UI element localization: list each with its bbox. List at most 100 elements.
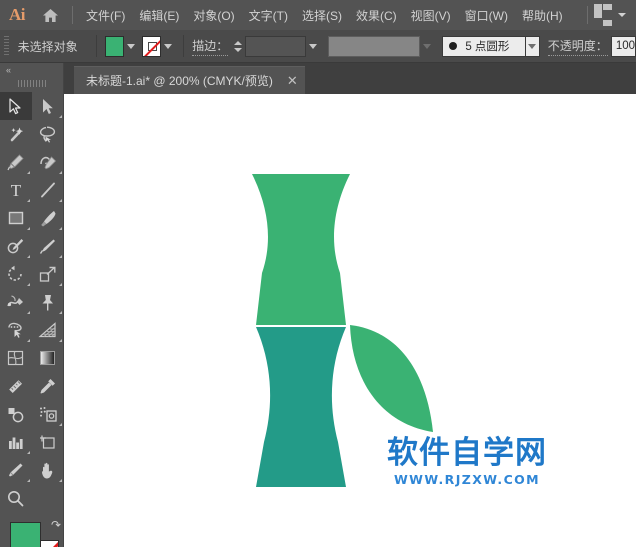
chevron-down-icon[interactable] bbox=[618, 13, 626, 17]
home-icon[interactable] bbox=[34, 0, 66, 30]
stroke-weight-chevron-down-icon[interactable] bbox=[306, 36, 320, 57]
brush-chevron-down-icon[interactable] bbox=[526, 36, 540, 57]
variable-width-chevron-down-icon[interactable] bbox=[420, 36, 434, 57]
paintbrush-tool[interactable] bbox=[32, 204, 64, 232]
stroke-dropdown-chevron-down-icon[interactable] bbox=[161, 36, 175, 57]
menu-item-window[interactable]: 窗口(W) bbox=[458, 3, 515, 28]
tools-panel-grip[interactable] bbox=[18, 78, 46, 89]
workspace-layout-icon[interactable] bbox=[594, 4, 613, 27]
divider-1 bbox=[96, 35, 97, 57]
control-bar-grip[interactable] bbox=[4, 36, 9, 56]
menu-item-file[interactable]: 文件(F) bbox=[79, 3, 132, 28]
close-icon[interactable]: ✕ bbox=[287, 74, 298, 87]
menu-item-view[interactable]: 视图(V) bbox=[404, 3, 458, 28]
divider-2 bbox=[183, 35, 184, 57]
eraser-tool[interactable] bbox=[32, 232, 64, 260]
brush-definition-value: 5 点圆形 bbox=[465, 38, 509, 54]
ruler-icon bbox=[6, 377, 26, 396]
bamboo-logo-artwork bbox=[64, 94, 636, 547]
pen-tool[interactable] bbox=[0, 148, 32, 176]
watermark: 软件自学网 WWW.RJZXW.COM bbox=[386, 438, 548, 487]
document-tab-bar: 未标题-1.ai* @ 200% (CMYK/预览) ✕ bbox=[64, 63, 636, 94]
opacity-label[interactable]: 不透明度： bbox=[548, 37, 608, 56]
workspace-divider bbox=[587, 6, 588, 24]
arrow-white-icon bbox=[41, 98, 54, 115]
fill-dropdown-chevron-down-icon[interactable] bbox=[124, 36, 138, 57]
gradient-tool[interactable] bbox=[32, 344, 64, 372]
stroke-weight-stepper-updown-icon[interactable] bbox=[233, 36, 243, 57]
svg-text:T: T bbox=[10, 181, 21, 199]
shaper-pencil-icon bbox=[6, 237, 25, 256]
shape-builder-tool[interactable] bbox=[0, 316, 32, 344]
swap-fill-stroke-icon[interactable]: ↷ bbox=[51, 518, 61, 532]
slice-tool[interactable] bbox=[0, 456, 32, 484]
type-t-icon: T bbox=[8, 181, 24, 199]
pen-icon bbox=[6, 153, 25, 172]
rectangle-tool[interactable] bbox=[0, 204, 32, 232]
column-graph-tool[interactable] bbox=[0, 428, 32, 456]
lasso-tool[interactable] bbox=[32, 120, 64, 148]
color-controls: ↷ bbox=[0, 516, 64, 547]
shaper-tool[interactable] bbox=[0, 232, 32, 260]
magic-wand-tool[interactable] bbox=[0, 120, 32, 148]
mesh-tool[interactable] bbox=[0, 344, 32, 372]
blend-tool[interactable] bbox=[0, 400, 32, 428]
zoom-tool[interactable] bbox=[0, 484, 32, 512]
fill-color-swatch[interactable] bbox=[10, 522, 41, 547]
menu-item-select[interactable]: 选择(S) bbox=[295, 3, 349, 28]
illustrator-window: Ai 文件(F) 编辑(E) 对象(O) 文字(T) 选择(S) 效果(C) 视… bbox=[0, 0, 636, 547]
artboard-tool[interactable] bbox=[32, 428, 64, 456]
menu-item-list: 文件(F) 编辑(E) 对象(O) 文字(T) 选择(S) 效果(C) 视图(V… bbox=[79, 3, 570, 28]
artboard-canvas[interactable]: 软件自学网 WWW.RJZXW.COM bbox=[64, 94, 636, 547]
selection-tool[interactable] bbox=[0, 92, 32, 120]
opacity-input[interactable]: 100 bbox=[611, 36, 636, 57]
symbol-sprayer-tool[interactable] bbox=[32, 400, 64, 428]
hand-icon bbox=[39, 461, 57, 480]
hand-tool[interactable] bbox=[32, 456, 64, 484]
selection-status-label: 未选择对象 bbox=[18, 38, 88, 55]
perspective-grid-tool[interactable] bbox=[32, 316, 64, 344]
scale-tool[interactable] bbox=[32, 260, 64, 288]
stroke-weight-input[interactable] bbox=[245, 36, 306, 57]
stroke-swatch-none-icon[interactable] bbox=[142, 36, 162, 57]
rotate-tool[interactable] bbox=[0, 260, 32, 288]
perspective-grid-icon bbox=[38, 321, 58, 339]
variable-width-profile-select[interactable] bbox=[328, 36, 420, 57]
tool-grid: T bbox=[0, 92, 63, 512]
scale-icon bbox=[38, 265, 57, 284]
menu-item-effect[interactable]: 效果(C) bbox=[349, 3, 404, 28]
width-tool[interactable] bbox=[0, 288, 32, 316]
menu-item-object[interactable]: 对象(O) bbox=[186, 3, 241, 28]
curvature-icon bbox=[38, 153, 58, 171]
measure-tool[interactable] bbox=[0, 372, 32, 400]
menu-item-edit[interactable]: 编辑(E) bbox=[132, 3, 186, 28]
document-tab[interactable]: 未标题-1.ai* @ 200% (CMYK/预览) ✕ bbox=[74, 66, 305, 94]
upper-bamboo-segment bbox=[252, 174, 350, 325]
curvature-tool[interactable] bbox=[32, 148, 64, 176]
slice-knife-icon bbox=[6, 461, 25, 480]
document-tab-title: 未标题-1.ai* @ 200% (CMYK/预览) bbox=[86, 72, 273, 89]
pushpin-icon bbox=[39, 293, 56, 312]
menu-item-type[interactable]: 文字(T) bbox=[242, 3, 295, 28]
double-chevron-left-icon[interactable]: « bbox=[0, 63, 63, 77]
menu-divider bbox=[72, 6, 73, 24]
width-warp-icon bbox=[6, 293, 26, 312]
direct-selection-tool[interactable] bbox=[32, 92, 64, 120]
stroke-weight-label[interactable]: 描边： bbox=[192, 37, 228, 56]
lower-bamboo-segment bbox=[256, 327, 346, 487]
menu-item-help[interactable]: 帮助(H) bbox=[515, 3, 570, 28]
eyedropper-tool[interactable] bbox=[32, 372, 64, 400]
free-transform-tool[interactable] bbox=[32, 288, 64, 316]
magnifier-icon bbox=[6, 489, 25, 508]
eraser-icon bbox=[38, 237, 57, 256]
rectangle-icon bbox=[7, 209, 25, 227]
fill-swatch[interactable] bbox=[105, 36, 125, 57]
tools-panel: « bbox=[0, 63, 64, 547]
blend-icon bbox=[6, 405, 26, 424]
bamboo-leaf bbox=[350, 325, 433, 432]
line-segment-tool[interactable] bbox=[32, 176, 64, 204]
shape-builder-icon bbox=[6, 321, 26, 339]
app-logo: Ai bbox=[0, 0, 34, 30]
type-tool[interactable]: T bbox=[0, 176, 32, 204]
brush-definition-select[interactable]: 5 点圆形 bbox=[442, 36, 526, 57]
